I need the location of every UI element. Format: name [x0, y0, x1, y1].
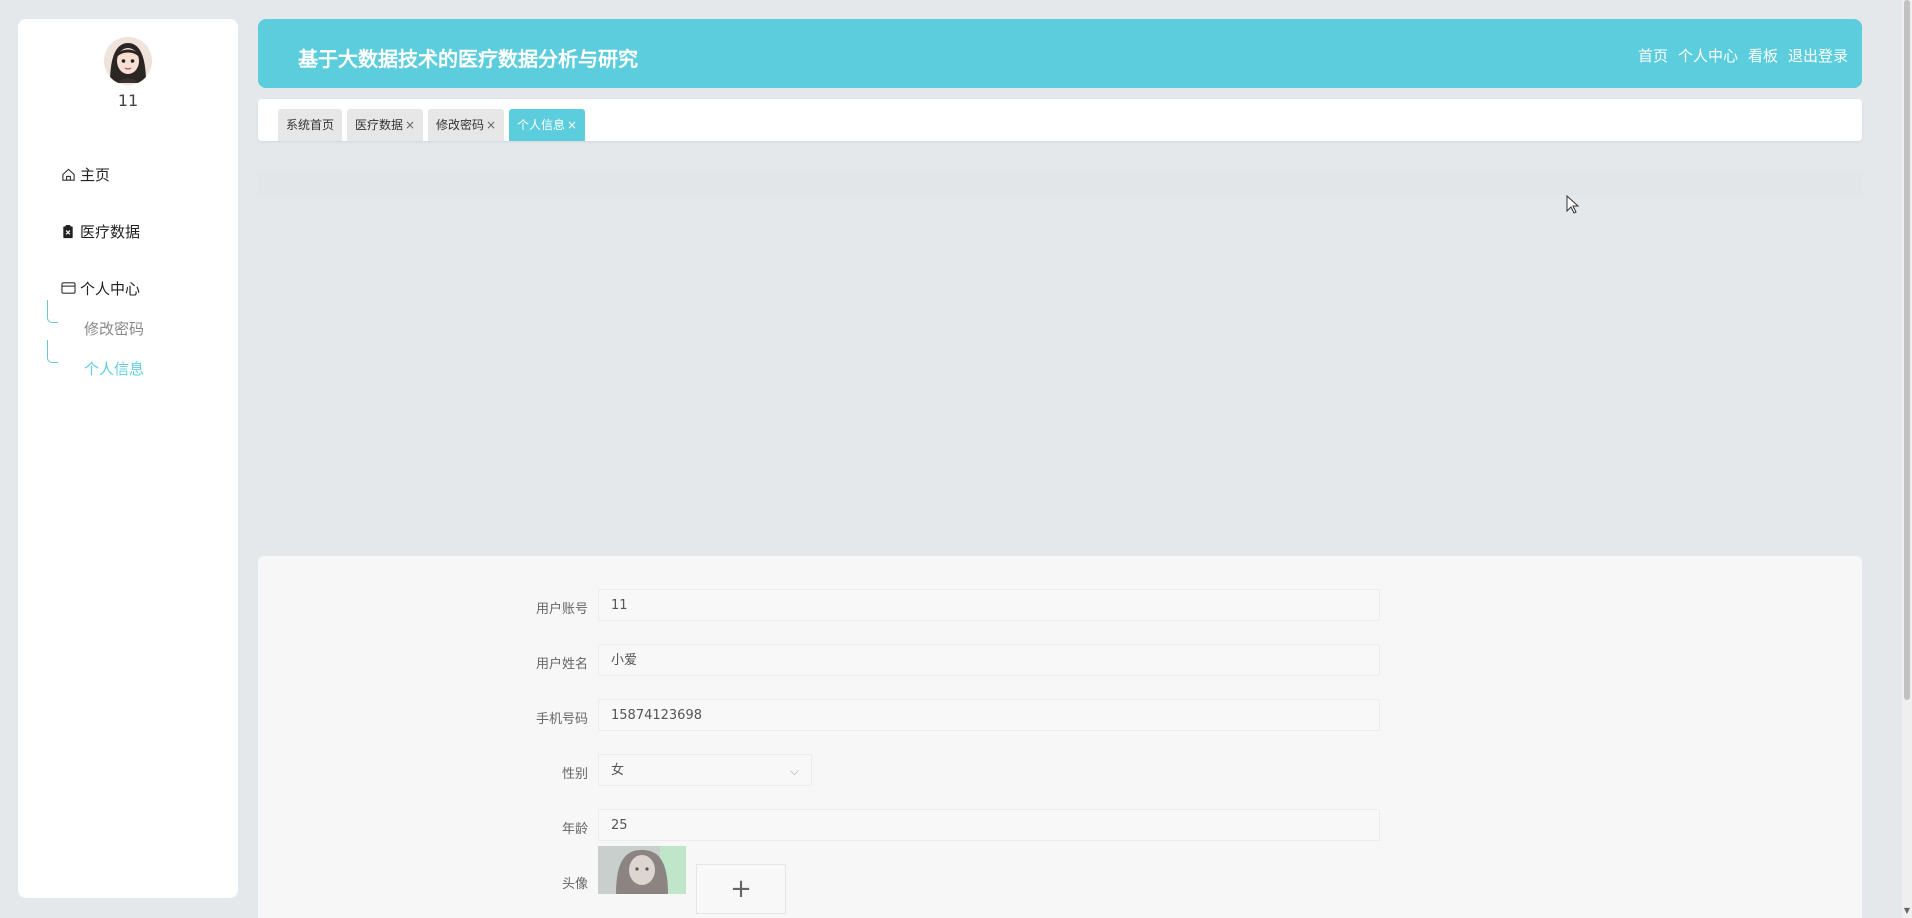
- age-field[interactable]: 25: [598, 809, 1380, 841]
- header-nav: 首页 个人中心 看板 退出登录: [1638, 45, 1848, 66]
- tab-medical-data[interactable]: 医疗数据 ×: [347, 109, 424, 141]
- nav-home-link[interactable]: 首页: [1638, 45, 1668, 66]
- content-divider: [258, 173, 1862, 195]
- scrollbar-thumb[interactable]: [1904, 0, 1910, 700]
- name-label: 用户姓名: [535, 657, 588, 672]
- avatar-label: 头像: [561, 877, 588, 892]
- account-field[interactable]: 11: [598, 589, 1380, 621]
- nav-dashboard-link[interactable]: 看板: [1748, 45, 1778, 66]
- page-title: 基于大数据技术的医疗数据分析与研究: [298, 47, 638, 71]
- close-icon[interactable]: ×: [567, 118, 577, 132]
- tab-personal-info[interactable]: 个人信息 ×: [509, 109, 586, 141]
- tab-label: 修改密码: [436, 118, 485, 132]
- avatar-upload-button[interactable]: +: [696, 864, 786, 914]
- sidebar: 11 主页 医疗数据 个人中心 修改密码 个人信息: [18, 19, 238, 898]
- clipboard-icon: [60, 223, 76, 239]
- page-scrollbar[interactable]: ▼: [1902, 0, 1912, 918]
- tab-system-home[interactable]: 系统首页: [278, 109, 343, 141]
- gender-label: 性别: [561, 767, 588, 782]
- sidebar-item-medical-data[interactable]: 医疗数据: [60, 218, 140, 244]
- gender-value: 女: [611, 763, 625, 778]
- phone-label: 手机号码: [535, 712, 588, 727]
- sidebar-subitem-change-password[interactable]: 修改密码: [84, 318, 144, 339]
- close-icon[interactable]: ×: [405, 118, 415, 132]
- card-icon: [60, 280, 76, 296]
- tree-connector: [47, 340, 58, 363]
- user-avatar[interactable]: [104, 37, 152, 85]
- age-label: 年龄: [561, 822, 588, 837]
- sidebar-item-label: 个人中心: [80, 279, 141, 298]
- name-field[interactable]: 小爱: [598, 644, 1380, 676]
- tree-connector: [47, 300, 58, 323]
- tab-bar: 系统首页 医疗数据 × 修改密码 × 个人信息 ×: [258, 99, 1862, 141]
- sidebar-item-label: 主页: [80, 165, 111, 184]
- sidebar-item-label: 医疗数据: [80, 222, 141, 241]
- scroll-down-arrow-icon[interactable]: ▼: [1902, 906, 1912, 918]
- nav-logout-link[interactable]: 退出登录: [1788, 45, 1848, 66]
- gender-select[interactable]: 女 ⌵: [598, 754, 812, 786]
- mouse-cursor-icon: [1566, 194, 1580, 219]
- user-name: 11: [117, 91, 139, 110]
- chevron-down-icon: ⌵: [789, 764, 799, 778]
- home-icon: [60, 166, 76, 182]
- header: 基于大数据技术的医疗数据分析与研究 首页 个人中心 看板 退出登录: [258, 19, 1862, 88]
- phone-field[interactable]: 15874123698: [598, 699, 1380, 731]
- close-icon[interactable]: ×: [486, 118, 496, 132]
- tab-change-password[interactable]: 修改密码 ×: [428, 109, 505, 141]
- avatar-preview[interactable]: [598, 846, 686, 894]
- profile-form: 用户账号 11 用户姓名 小爱 手机号码 15874123698 性别 女 ⌵ …: [258, 556, 1862, 918]
- account-label: 用户账号: [535, 602, 588, 617]
- tab-label: 个人信息: [517, 118, 566, 132]
- tab-label: 医疗数据: [355, 118, 404, 132]
- sidebar-subitem-personal-info[interactable]: 个人信息: [84, 358, 144, 379]
- sidebar-item-home[interactable]: 主页: [60, 161, 110, 187]
- nav-personal-center-link[interactable]: 个人中心: [1678, 45, 1738, 66]
- tab-label: 系统首页: [286, 118, 335, 132]
- sidebar-item-personal-center[interactable]: 个人中心: [60, 275, 140, 301]
